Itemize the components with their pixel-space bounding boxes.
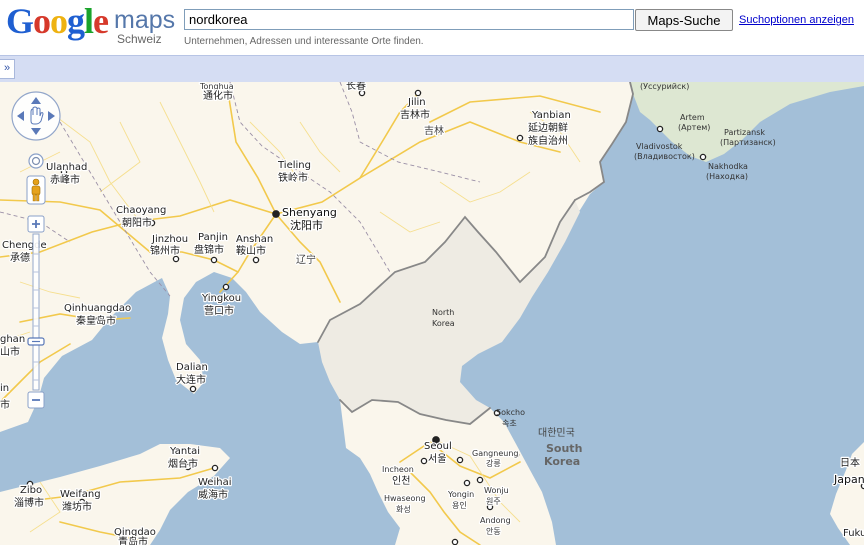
label-nakhodka: Nakhodka [708,162,748,171]
search-hint: Unternehmen, Adressen und interessante O… [184,36,424,47]
label-jilin-zh: 吉林市 [400,108,430,121]
label-shenyang: Shenyang [282,206,337,219]
label-qinhuangdao-zh: 秦皇岛市 [76,314,116,327]
label-north-korea-1: North [432,308,454,317]
label-nakhodka-ru: (Находка) [706,172,748,181]
label-yantai-zh: 烟台市 [168,457,198,470]
label-ussuriysk: (Уссурийск) [640,82,689,91]
logo-region: Schweiz [117,32,162,46]
label-anshan-zh: 鞍山市 [236,244,266,257]
label-yantai: Yantai [169,446,200,457]
label-yongin: Yongin [447,490,474,499]
label-weifang: Weifang [60,489,101,500]
label-yanbian-zh2: 族自治州 [528,134,568,147]
label-south-korea-ko: 대한민국 [538,427,575,439]
label-gangneung-ko: 강릉 [486,458,501,468]
label-zibo-zh: 淄博市 [14,496,44,509]
label-wonju: Wonju [484,486,509,495]
label-hwaseong: Hwaseong [384,494,426,503]
label-sokcho: Sokcho [496,408,525,417]
label-yongin-ko: 용인 [452,500,467,510]
label-wonju-ko: 원주 [486,497,501,506]
label-andong: Andong [480,516,511,525]
logo-google: Google [6,1,109,41]
label-artem-ru: (Артем) [678,123,710,132]
label-artem: Artem [680,113,705,122]
label-yanbian: Yanbian [531,110,571,121]
label-weihai: Weihai [198,477,231,488]
label-japan-zh: 日本 [840,456,860,469]
label-jilin: Jilin [407,97,426,108]
label-qingdao-zh: 青岛市 [118,535,148,545]
label-sokcho-ko: 속초 [502,419,517,428]
label-tonghua: Tonghua [199,82,234,91]
label-seoul: Seoul [424,441,452,452]
label-vladivostok: Vladivostok [636,142,683,151]
label-south-korea-1: South [546,442,582,455]
map-controls [11,91,61,409]
label-chaoyang-zh: 朝阳市 [122,216,152,229]
label-jinzhou-zh: 锦州市 [150,244,180,257]
label-tonghua-zh: 通化市 [203,89,233,102]
label-qinhuangdao: Qinhuangdao [64,303,131,314]
search-input[interactable] [184,9,634,30]
google-maps-logo[interactable]: Google maps Schweiz [6,1,181,50]
label-andong-ko: 안동 [486,526,501,536]
label-shenyang-zh: 沈阳市 [290,218,323,232]
label-partizansk: Partizansk [724,128,765,137]
label-japan: Japan [833,473,864,486]
label-partizansk-ru: (Партизанск) [720,138,776,147]
pegman-icon[interactable] [26,175,46,205]
label-changchun-zh: 长春 [346,82,366,92]
zoom-out-button[interactable] [27,391,45,409]
pan-control[interactable] [11,91,61,141]
label-weifang-zh: 潍坊市 [62,500,92,513]
label-gangneung: Gangneung [472,449,518,458]
zoom-slider-track[interactable] [32,233,40,391]
label-chaoyang: Chaoyang [116,205,166,216]
label-tieling-zh: 铁岭市 [278,171,308,184]
header: Google maps Schweiz Maps-Suche Suchoptio… [0,0,864,55]
label-anshan: Anshan [236,234,273,245]
label-jinzhou: Jinzhou [151,234,188,245]
label-south-korea-2: Korea [544,455,580,468]
label-tieling: Tieling [277,160,311,171]
label-panjin: Panjin [198,232,228,243]
label-dalian-zh: 大连市 [176,373,206,386]
label-yanbian-zh1: 延边朝鲜 [528,121,568,134]
label-jilin-prov: 吉林 [424,124,444,137]
label-liaoning: 辽宁 [296,253,316,266]
reset-view-button[interactable] [28,153,44,169]
label-fukuoka: Fuku [843,528,864,539]
label-yingkou: Yingkou [201,293,241,304]
label-weihai-zh: 威海市 [198,488,228,501]
search-options-link[interactable]: Suchoptionen anzeigen [739,14,854,26]
label-dalian: Dalian [176,362,208,373]
label-incheon: Incheon [382,465,414,474]
logo-maps: maps [114,6,176,34]
label-hwaseong-ko: 화성 [396,505,411,514]
label-incheon-ko: 인천 [392,475,410,487]
map-svg: Tonghua 通化市 长春 Jilin 吉林市 吉林 Yanbian 延边朝鲜… [0,82,864,545]
zoom-in-button[interactable] [27,215,45,233]
label-vladivostok-ru: (Владивосток) [634,152,695,161]
expand-panel-button[interactable]: » [0,59,15,79]
label-zibo: Zibo [20,485,42,496]
map-canvas[interactable]: Tonghua 通化市 长春 Jilin 吉林市 吉林 Yanbian 延边朝鲜… [0,82,864,545]
label-north-korea-2: Korea [432,319,455,328]
label-seoul-ko: 서울 [428,453,446,465]
search-button[interactable]: Maps-Suche [635,9,733,31]
label-panjin-zh: 盘锦市 [194,243,224,256]
label-yingkou-zh: 营口市 [204,304,234,317]
panel-bar: » [0,55,864,82]
